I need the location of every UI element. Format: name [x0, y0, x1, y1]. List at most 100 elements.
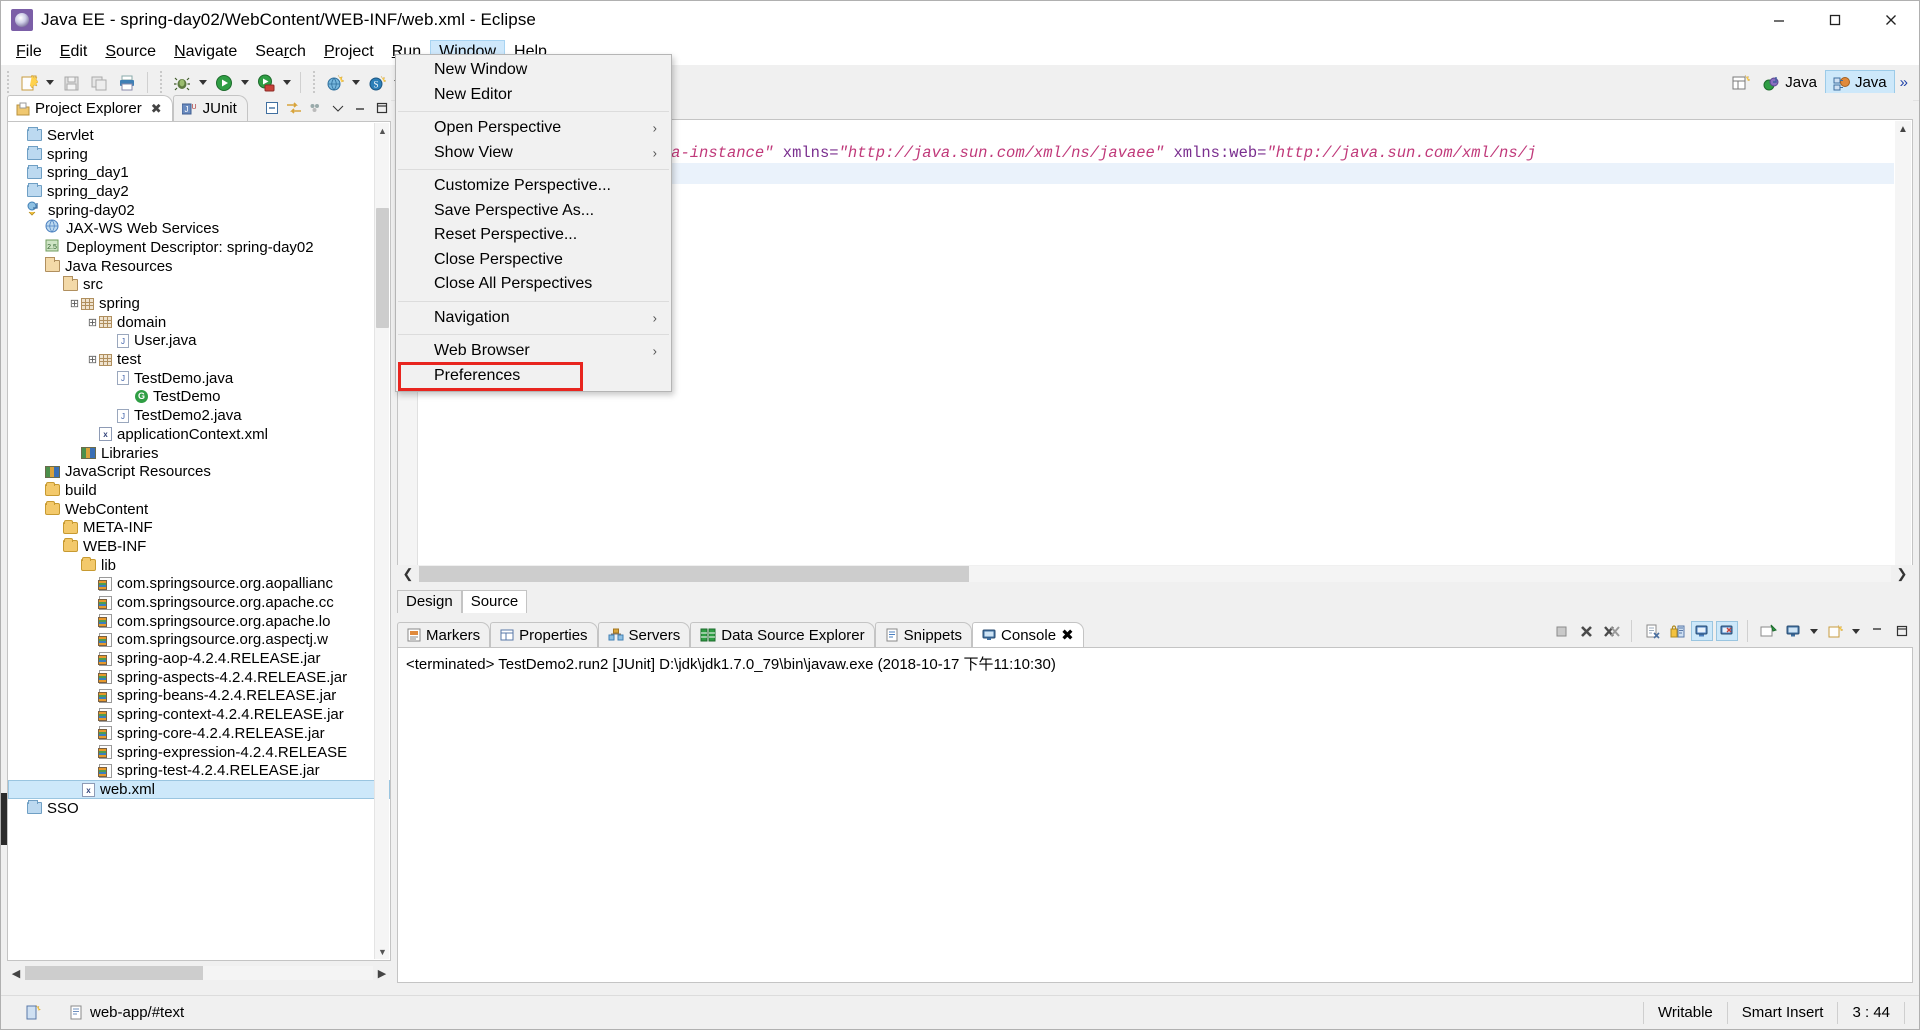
globe-new-dropdown-icon[interactable]	[349, 70, 363, 96]
run-dropdown-icon[interactable]	[238, 70, 252, 96]
tree-item[interactable]: spring-aspects-4.2.4.RELEASE.jar	[8, 668, 390, 687]
remove-all-launches-icon[interactable]	[1600, 621, 1622, 641]
terminate-icon[interactable]	[1550, 621, 1572, 641]
link-with-editor-icon[interactable]	[285, 99, 303, 117]
tree-item[interactable]: JAX-WS Web Services	[8, 219, 390, 238]
tree-item[interactable]: spring	[8, 145, 390, 164]
editor-vertical-scrollbar[interactable]: ▲ ▼	[1895, 121, 1911, 581]
menu-file[interactable]: File	[7, 40, 51, 65]
editor-horizontal-scrollbar[interactable]: ❮ ❯	[397, 565, 1913, 583]
tab-data-source-explorer[interactable]: Data Source Explorer	[690, 622, 875, 647]
tree-item[interactable]: src	[8, 275, 390, 295]
tab-markers[interactable]: Markers	[397, 622, 491, 647]
tree-item[interactable]: WEB-INF	[8, 537, 390, 556]
scroll-up-icon[interactable]: ▲	[1895, 121, 1911, 137]
tree-item[interactable]: G TestDemo	[8, 388, 390, 407]
menu-item-show-view[interactable]: Show View ›	[396, 141, 671, 166]
menu-item-save-perspective-as[interactable]: Save Perspective As...	[396, 199, 671, 224]
tree-item[interactable]: com.springsource.org.aopallianc	[8, 575, 390, 594]
tab-source[interactable]: Source	[461, 590, 528, 613]
save-icon[interactable]	[58, 70, 84, 96]
open-perspective-icon[interactable]	[1728, 70, 1754, 96]
menu-item-preferences[interactable]: Preferences	[396, 364, 671, 389]
tree-item[interactable]: spring-expression-4.2.4.RELEASE	[8, 743, 390, 762]
open-console-icon[interactable]	[1757, 621, 1779, 641]
spring-s-icon[interactable]: S	[364, 70, 390, 96]
toolbar-grip-3[interactable]	[310, 70, 318, 95]
debug-bug-icon[interactable]	[169, 70, 195, 96]
tree-item[interactable]: spring_day2	[8, 182, 390, 201]
scroll-thumb[interactable]	[376, 208, 389, 328]
tree-item[interactable]: x applicationContext.xml	[8, 425, 390, 444]
close-icon[interactable]: ✖	[151, 101, 162, 117]
tree-item[interactable]: SSO	[8, 799, 390, 818]
hscroll-track[interactable]	[25, 966, 373, 980]
tree-item[interactable]: spring-core-4.2.4.RELEASE.jar	[8, 724, 390, 743]
tree-item[interactable]: spring-aop-4.2.4.RELEASE.jar	[8, 649, 390, 668]
scroll-down-icon[interactable]: ▼	[375, 944, 390, 959]
scroll-left-icon[interactable]: ❮	[397, 566, 419, 582]
explorer-tree[interactable]: Servlet spring spring_day1 spring_day2sprin…	[7, 121, 391, 961]
tree-item[interactable]: Libraries	[8, 444, 390, 463]
editor-hscroll-thumb[interactable]	[419, 566, 969, 582]
tree-item[interactable]: com.springsource.org.apache.lo	[8, 612, 390, 631]
menu-item-close-perspective[interactable]: Close Perspective	[396, 248, 671, 273]
hscroll-thumb[interactable]	[25, 966, 203, 980]
maximize-button[interactable]	[1807, 1, 1863, 39]
close-icon[interactable]: ✖	[1061, 626, 1074, 644]
clear-console-icon[interactable]	[1641, 621, 1663, 641]
tab-properties[interactable]: Properties	[490, 622, 598, 647]
toolbar-grip-2[interactable]	[157, 70, 165, 95]
minimize-icon[interactable]	[351, 99, 369, 117]
menu-navigate[interactable]: Navigate	[165, 40, 246, 65]
menu-item-close-all-perspectives[interactable]: Close All Perspectives	[396, 272, 671, 297]
menu-project[interactable]: Project	[315, 40, 383, 65]
remove-launch-icon[interactable]	[1575, 621, 1597, 641]
menu-item-new-editor[interactable]: New Editor	[396, 83, 671, 108]
menu-item-reset-perspective[interactable]: Reset Perspective...	[396, 223, 671, 248]
tree-item[interactable]: J TestDemo.java	[8, 369, 390, 388]
tab-snippets[interactable]: Snippets	[874, 622, 973, 647]
tree-expander-icon[interactable]: ⊞	[86, 316, 99, 329]
menu-edit[interactable]: Edit	[51, 40, 97, 65]
new-console-icon[interactable]	[1824, 621, 1846, 641]
tree-item[interactable]: WebContent	[8, 500, 390, 519]
scroll-lock-icon[interactable]	[1666, 621, 1688, 641]
menu-item-open-perspective[interactable]: Open Perspective ›	[396, 116, 671, 141]
toolbar-grip[interactable]	[4, 70, 12, 95]
tree-item[interactable]: com.springsource.org.aspectj.w	[8, 631, 390, 650]
scroll-right-icon[interactable]: ❯	[1891, 566, 1913, 582]
tree-item[interactable]: J TestDemo2.java	[8, 406, 390, 425]
new-console-dropdown-icon[interactable]	[1849, 618, 1863, 644]
tree-item[interactable]: spring_day1	[8, 163, 390, 182]
open-console-dropdown-icon[interactable]	[1807, 618, 1821, 644]
perspective-overflow-icon[interactable]: »	[1895, 74, 1913, 91]
tree-item[interactable]: ⊞ domain	[8, 313, 390, 332]
new-file-icon[interactable]	[16, 70, 42, 96]
globe-new-icon[interactable]	[322, 70, 348, 96]
perspective-java-ee[interactable]: Java	[1755, 70, 1825, 95]
tree-item[interactable]: x web.xml	[8, 780, 390, 800]
tree-expander-icon[interactable]: ⊞	[68, 297, 81, 310]
view-menu-icon[interactable]	[307, 99, 325, 117]
tree-item[interactable]: 2.5 Deployment Descriptor: spring-day02	[8, 238, 390, 257]
run-server-dropdown-icon[interactable]	[280, 70, 294, 96]
tab-console[interactable]: Console ✖	[972, 622, 1084, 647]
tree-item[interactable]: Servlet	[8, 126, 390, 145]
tree-item[interactable]: spring-beans-4.2.4.RELEASE.jar	[8, 687, 390, 706]
new-console-view-icon[interactable]	[1782, 621, 1804, 641]
console-output-area[interactable]: <terminated> TestDemo2.run2 [JUnit] D:\j…	[397, 647, 1913, 983]
scroll-right-icon[interactable]: ▶	[373, 964, 391, 982]
close-button[interactable]	[1863, 1, 1919, 39]
explorer-vertical-scrollbar[interactable]: ▲ ▼	[374, 123, 389, 959]
tree-item[interactable]: com.springsource.org.apache.cc	[8, 593, 390, 612]
tab-junit[interactable]: JU JUnit	[172, 95, 248, 121]
tree-item[interactable]: Java Resources	[8, 257, 390, 276]
tree-item[interactable]: ⊞ test	[8, 350, 390, 369]
tree-item[interactable]: ⊞ spring	[8, 294, 390, 313]
collapse-all-icon[interactable]	[263, 99, 281, 117]
menu-item-navigation[interactable]: Navigation ›	[396, 306, 671, 331]
tab-project-explorer[interactable]: Project Explorer ✖	[7, 95, 173, 121]
debug-dropdown-icon[interactable]	[196, 70, 210, 96]
tree-item[interactable]: spring-test-4.2.4.RELEASE.jar	[8, 761, 390, 780]
